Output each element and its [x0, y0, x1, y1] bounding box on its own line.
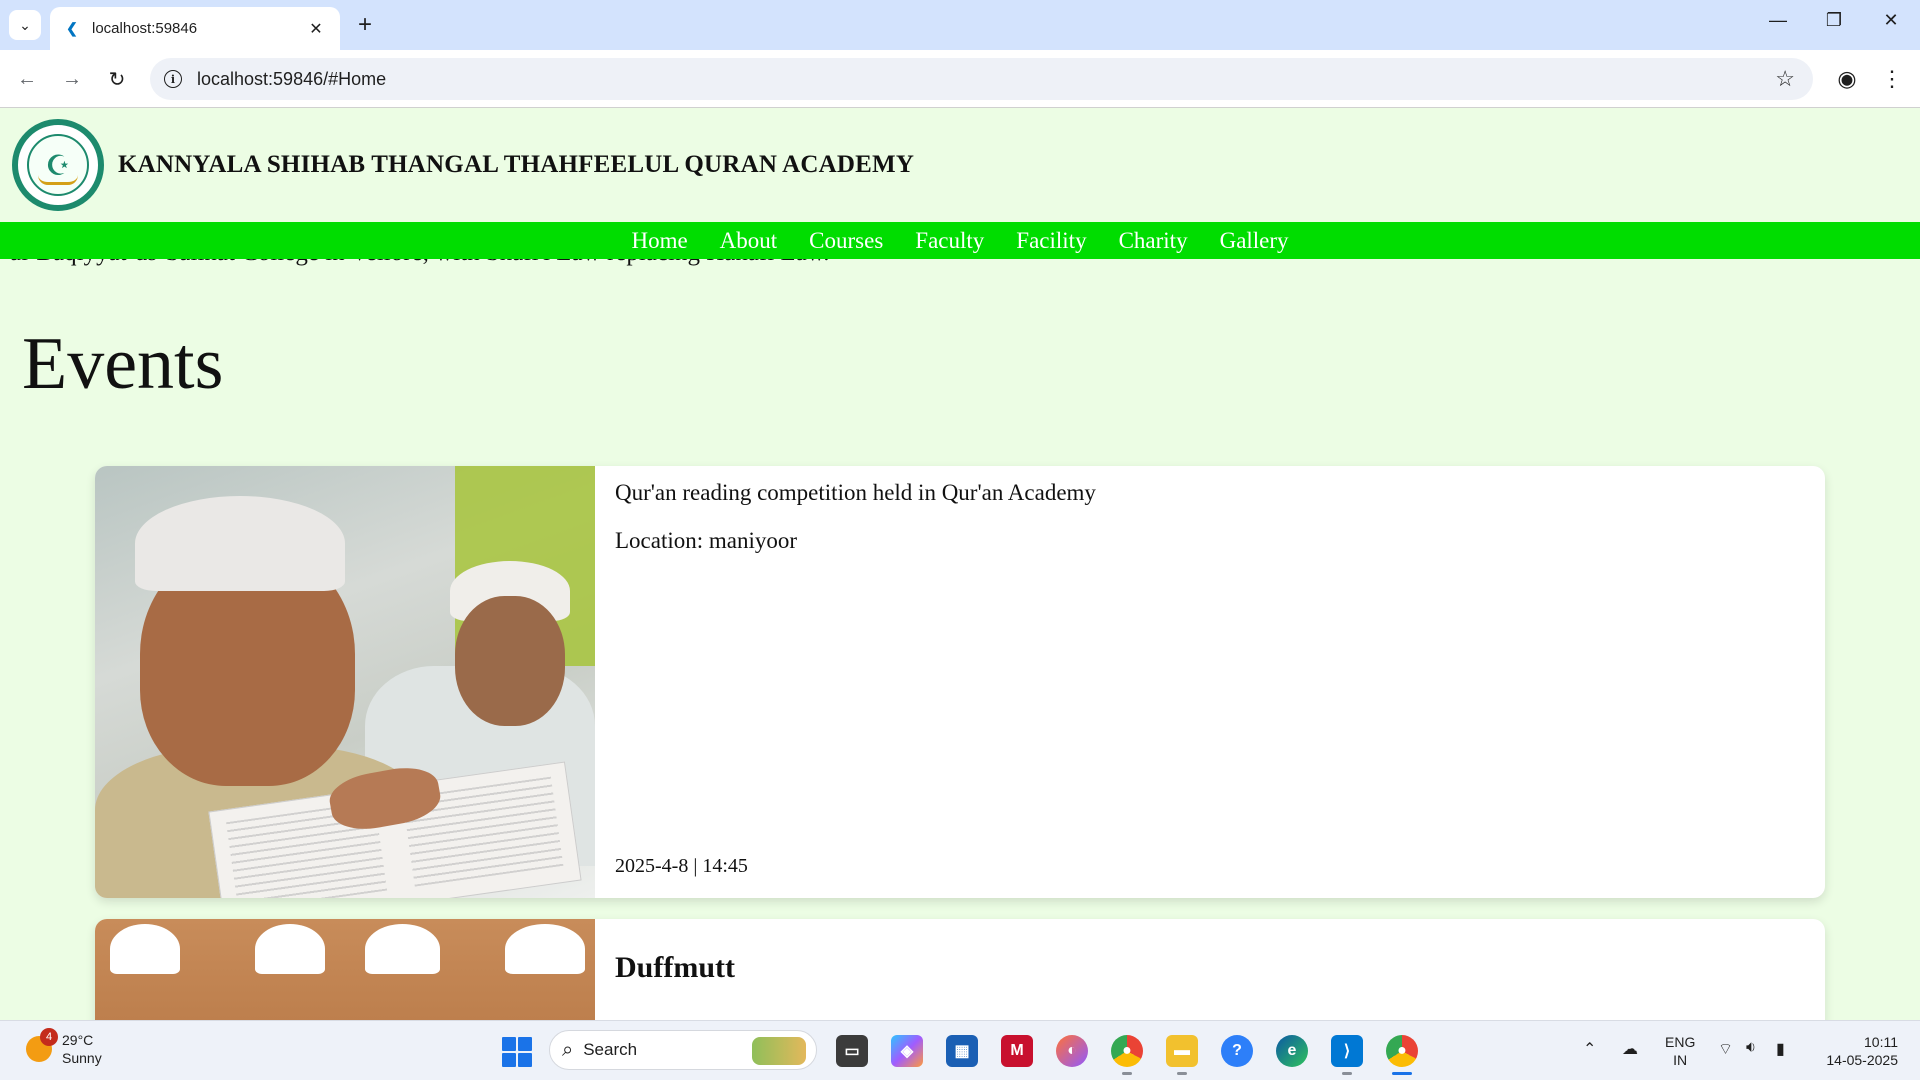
nav-about[interactable]: About [720, 228, 778, 254]
battery-icon[interactable]: ▮ [1776, 1039, 1785, 1059]
tab-search-button[interactable]: ⌄ [9, 10, 41, 40]
event-title: Duffmutt [615, 951, 735, 984]
vscode-icon[interactable]: ⟩ [1331, 1035, 1363, 1067]
nav-facility[interactable]: Facility [1016, 228, 1086, 254]
lang-region: IN [1673, 1052, 1688, 1068]
start-button-icon[interactable] [502, 1037, 532, 1067]
file-explorer-icon[interactable]: ▬ [1166, 1035, 1198, 1067]
event-details: Qur'an reading competition held in Qur'a… [595, 466, 1825, 898]
onedrive-error-icon[interactable]: ☁ [1622, 1039, 1638, 1059]
main-nav: Home About Courses Faculty Facility Char… [0, 222, 1920, 259]
flutter-favicon-icon: ❮ [66, 20, 78, 36]
minimize-icon[interactable]: — [1763, 10, 1793, 31]
mcafee-icon[interactable]: M [1001, 1035, 1033, 1067]
event-card[interactable]: Duffmutt [95, 919, 1825, 1020]
chrome-icon[interactable]: ● [1386, 1035, 1418, 1067]
notification-badge: 4 [40, 1028, 58, 1046]
event-photo [95, 466, 595, 898]
browser-toolbar: ← → ↻ i localhost:59846/#Home ☆ ◉ ⋮ [0, 50, 1920, 108]
events-heading: Events [22, 323, 224, 405]
taskbar-search[interactable]: ⌕ Search [549, 1030, 817, 1070]
search-icon: ⌕ [562, 1038, 574, 1061]
bookmark-star-icon[interactable]: ☆ [1775, 66, 1795, 92]
task-view-icon[interactable]: ▭ [836, 1035, 868, 1067]
sun-icon: 4 [26, 1028, 58, 1062]
chrome-profile-icon[interactable]: ● [1111, 1035, 1143, 1067]
site-info-icon[interactable]: i [164, 70, 182, 88]
reload-icon[interactable]: ↻ [102, 64, 132, 94]
edge-icon[interactable]: e [1276, 1035, 1308, 1067]
volume-icon[interactable]: 🔉︎ [1746, 1039, 1756, 1057]
nav-gallery[interactable]: Gallery [1220, 228, 1289, 254]
url-text[interactable]: localhost:59846/#Home [197, 69, 1775, 90]
nav-charity[interactable]: Charity [1119, 228, 1188, 254]
weather-desc: Sunny [62, 1050, 102, 1066]
clock-date: 14-05-2025 [1826, 1052, 1898, 1068]
browser-tabstrip: ⌄ ❮ localhost:59846 ✕ + — ❐ ✕ [0, 0, 1920, 50]
browser-tab[interactable]: ❮ localhost:59846 ✕ [50, 7, 340, 50]
close-window-icon[interactable]: ✕ [1876, 10, 1906, 31]
site-title: KANNYALA SHIHAB THANGAL THAHFEELUL QURAN… [118, 151, 915, 178]
address-bar[interactable]: i localhost:59846/#Home ☆ [150, 58, 1813, 100]
lang-code: ENG [1665, 1034, 1696, 1050]
windows-taskbar: 4 29°C Sunny ⌕ Search ▭ ◈ ▦ M ◐ ● ▬ ? e … [0, 1020, 1920, 1080]
clock-time: 10:11 [1864, 1034, 1898, 1050]
weather-temp: 29°C [62, 1032, 94, 1048]
copilot-icon[interactable]: ◈ [891, 1035, 923, 1067]
search-highlight-icon [752, 1037, 806, 1065]
nav-home[interactable]: Home [631, 228, 687, 254]
event-card[interactable]: Qur'an reading competition held in Qur'a… [95, 466, 1825, 898]
event-details: Duffmutt [595, 919, 1825, 1020]
help-icon[interactable]: ? [1221, 1035, 1253, 1067]
event-location: Location: maniyoor [615, 528, 798, 553]
event-datetime: 2025-4-8 | 14:45 [615, 855, 748, 877]
wifi-icon[interactable]: ⌔ [1718, 1039, 1733, 1059]
menu-kebab-icon[interactable]: ⋮ [1877, 64, 1907, 94]
back-arrow-icon[interactable]: ← [12, 64, 42, 94]
close-tab-icon[interactable]: ✕ [306, 19, 326, 39]
profile-icon[interactable]: ◉ [1832, 64, 1862, 94]
open-book-icon [38, 175, 78, 185]
system-clock[interactable]: 10:11 14-05-2025 [1818, 1033, 1898, 1069]
restore-icon[interactable]: ❐ [1819, 10, 1849, 31]
tab-title: localhost:59846 [92, 20, 198, 37]
nav-courses[interactable]: Courses [809, 228, 883, 254]
weather-widget[interactable]: 4 29°C Sunny [26, 1028, 102, 1067]
mosque-dome-icon: ☪ [27, 134, 89, 196]
store-icon[interactable]: ▦ [946, 1035, 978, 1067]
academy-logo[interactable]: ☪ [12, 119, 104, 211]
event-title: Qur'an reading competition held in Qur'a… [615, 480, 1096, 505]
firefox-icon[interactable]: ◐ [1056, 1035, 1088, 1067]
site-header: ☪ KANNYALA SHIHAB THANGAL THAHFEELUL QUR… [0, 108, 1920, 222]
nav-faculty[interactable]: Faculty [915, 228, 984, 254]
chevron-down-icon: ⌄ [19, 16, 31, 33]
event-photo [95, 919, 595, 1020]
web-page: ☪ KANNYALA SHIHAB THANGAL THAHFEELUL QUR… [0, 108, 1920, 1020]
new-tab-button[interactable]: + [352, 11, 378, 38]
forward-arrow-icon[interactable]: → [57, 64, 87, 94]
language-indicator[interactable]: ENG IN [1665, 1033, 1695, 1069]
taskbar-search-label: Search [583, 1040, 638, 1059]
chevron-up-icon[interactable]: ⌃ [1583, 1039, 1596, 1059]
